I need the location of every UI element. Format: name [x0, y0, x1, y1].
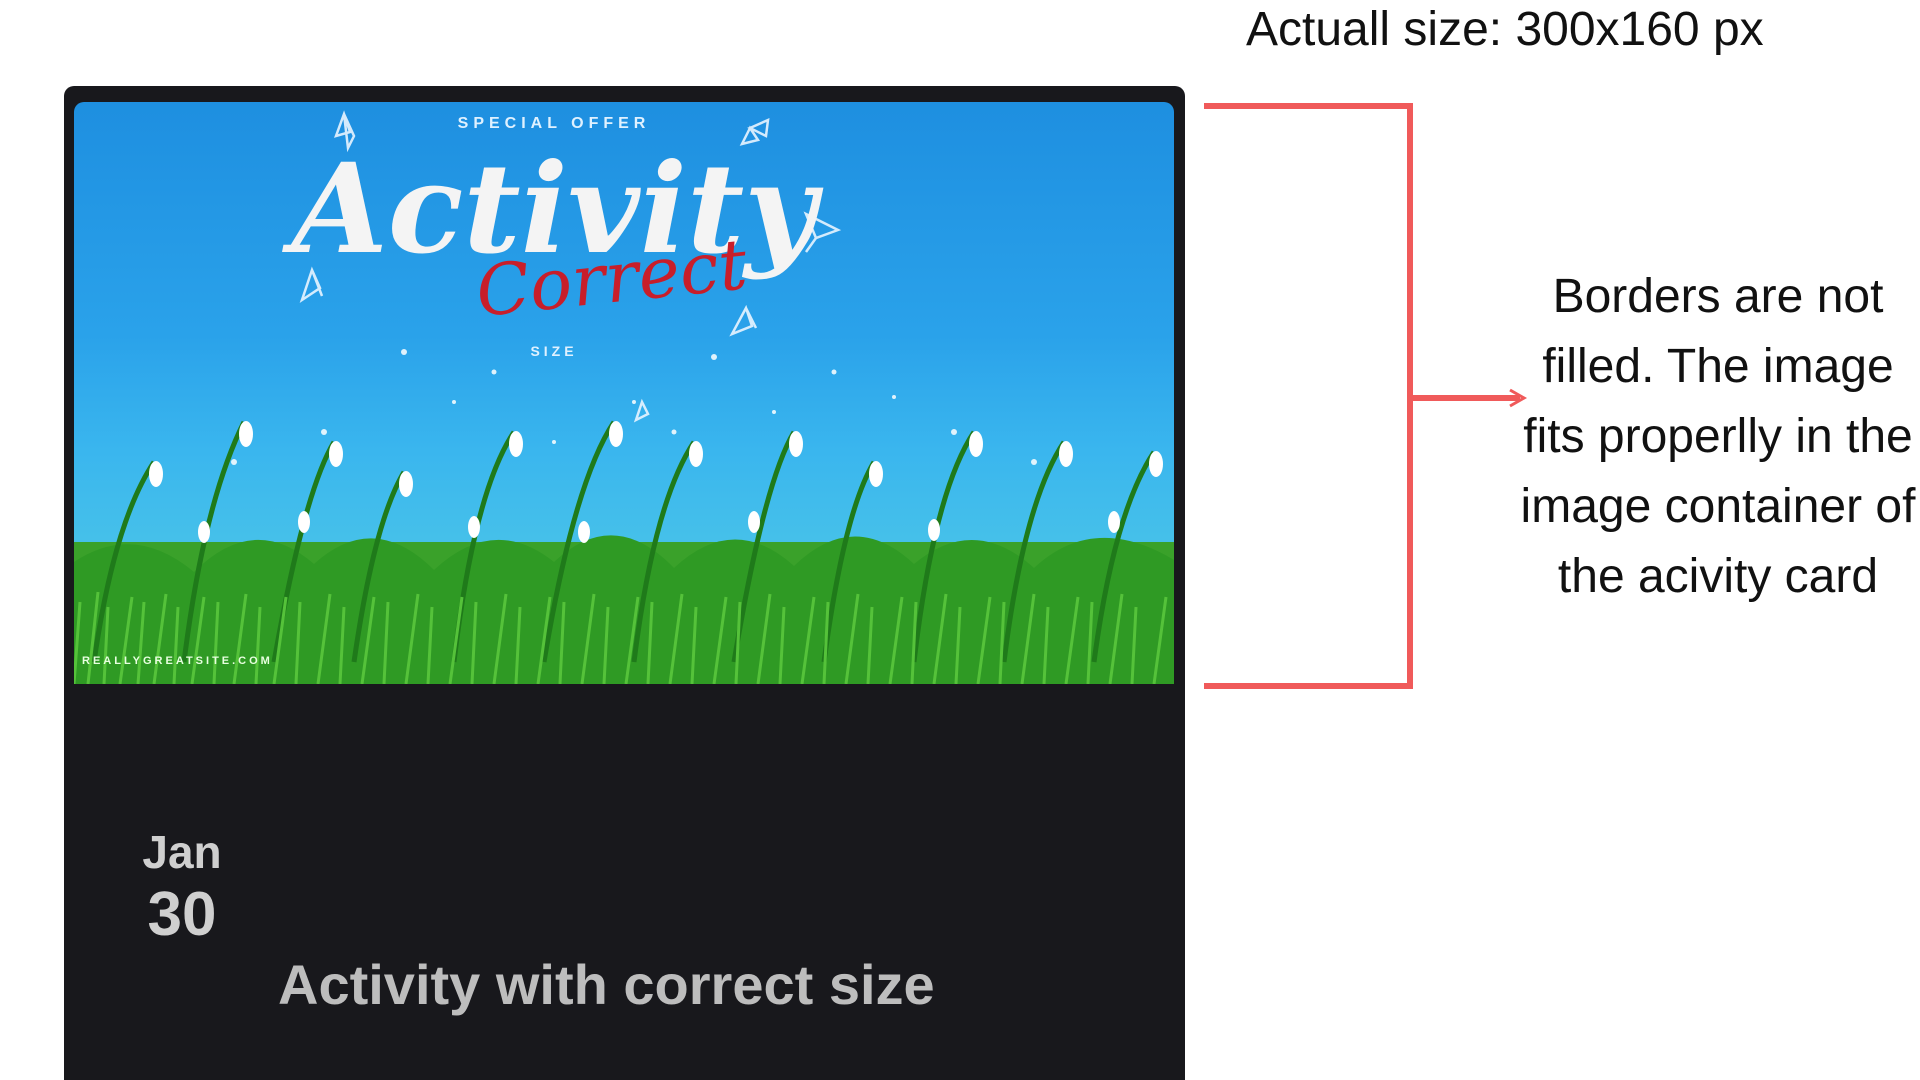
activity-date-month: Jan: [142, 826, 222, 878]
sparkles: [231, 349, 1037, 465]
activity-image-container[interactable]: SPECIAL OFFER Activity Correct SIZE REAL…: [74, 102, 1174, 684]
snowdrop-flowers: [149, 421, 1163, 543]
activity-title[interactable]: Activity with correct size: [278, 952, 935, 1017]
actual-size-annotation: Actuall size: 300x160 px: [1246, 3, 1764, 56]
image-subline: SIZE: [530, 343, 577, 359]
image-footer-url: REALLYGREATSITE.COM: [82, 655, 273, 667]
bracket-lines: [1204, 103, 1520, 689]
explanation-annotation: Borders are not filled. The image fits p…: [1520, 270, 1916, 603]
activity-date: Jan 30: [122, 826, 242, 950]
activity-banner-image: SPECIAL OFFER Activity Correct SIZE REAL…: [74, 110, 1174, 684]
image-kicker: SPECIAL OFFER: [458, 115, 651, 132]
screenshot-stage: Actuall size: 300x160 px SPECIAL OFFER A…: [0, 0, 1920, 1080]
grass-meadow: [74, 420, 1174, 684]
activity-card[interactable]: SPECIAL OFFER Activity Correct SIZE REAL…: [64, 86, 1185, 1080]
activity-date-day: 30: [147, 879, 217, 949]
image-bounds-bracket: [1204, 103, 1528, 689]
